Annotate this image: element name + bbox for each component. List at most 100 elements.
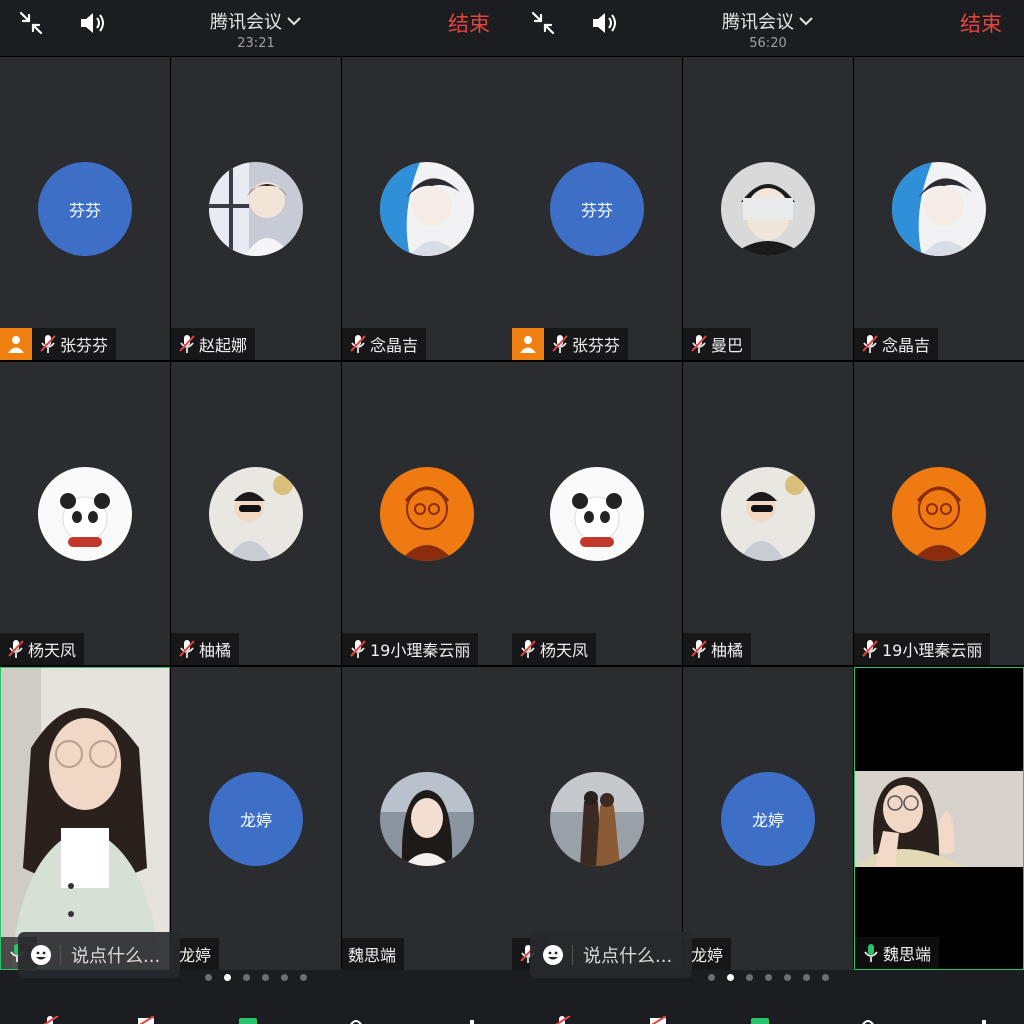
divider xyxy=(60,945,61,965)
participant-nametag: 柚橘 xyxy=(683,633,752,665)
participant-tile[interactable]: 魏思端 xyxy=(342,667,512,970)
page-indicator[interactable] xyxy=(0,974,512,984)
host-icon xyxy=(0,328,32,360)
participant-tile[interactable]: 19小理秦云丽 xyxy=(854,362,1024,665)
participant-name: 张芬芬 xyxy=(60,336,109,355)
bottom-toolbar xyxy=(0,1002,512,1024)
participant-name: 念晶吉 xyxy=(882,336,931,355)
participant-video-tile[interactable]: 魏思端 xyxy=(854,667,1024,970)
meeting-title: 腾讯会议 xyxy=(722,12,794,33)
participant-name: 念晶吉 xyxy=(370,336,419,355)
participant-nametag: 念晶吉 xyxy=(342,328,427,360)
participant-tile[interactable] xyxy=(512,667,682,970)
participant-name: 魏思端 xyxy=(883,945,932,964)
participant-tile[interactable]: 柚橘 xyxy=(683,362,853,665)
participants-icon[interactable] xyxy=(346,1016,366,1024)
participant-name: 杨天凤 xyxy=(28,641,77,660)
participant-tile[interactable]: 柚橘 xyxy=(171,362,341,665)
bottom-toolbar xyxy=(512,1002,1024,1024)
participant-name: 柚橘 xyxy=(199,641,232,660)
avatar: 芬芬 xyxy=(550,161,644,256)
page-indicator[interactable] xyxy=(512,974,1024,984)
page-dot xyxy=(764,974,772,981)
avatar xyxy=(380,771,474,866)
mic-muted-icon xyxy=(687,637,711,661)
emoji-icon[interactable] xyxy=(542,944,564,966)
share-icon[interactable] xyxy=(238,1016,258,1024)
top-bar: 腾讯会议 23:21 结束 xyxy=(0,0,512,57)
participant-name: 19小理秦云丽 xyxy=(370,641,471,660)
participant-name: 柚橘 xyxy=(711,641,744,660)
more-icon[interactable] xyxy=(974,1016,994,1024)
participant-nametag: 张芬芬 xyxy=(512,328,629,360)
participant-tile[interactable]: 念晶吉 xyxy=(854,57,1024,360)
participant-name: 龙婷 xyxy=(691,946,724,965)
participant-name: 19小理秦云丽 xyxy=(882,641,983,660)
participant-nametag: 魏思端 xyxy=(342,938,405,970)
participant-tile[interactable]: 曼巴 xyxy=(683,57,853,360)
participant-nametag: 魏思端 xyxy=(855,937,940,969)
meeting-timer: 23:21 xyxy=(237,36,275,51)
participant-nametag: 念晶吉 xyxy=(854,328,939,360)
video-feed xyxy=(1,668,169,969)
mic-muted-icon xyxy=(516,637,540,661)
participant-tile[interactable]: 龙婷 龙婷 xyxy=(683,667,853,970)
meeting-title-block[interactable]: 腾讯会议 23:21 xyxy=(0,8,512,51)
meeting-panel-right: 腾讯会议 56:20 结束 芬芬 张芬芬 曼巴 念晶吉 杨天凤 柚橘 19小理秦… xyxy=(512,0,1024,1024)
page-dot xyxy=(262,974,269,981)
mic-active-icon xyxy=(859,941,883,965)
avatar xyxy=(721,466,815,561)
chevron-down-icon xyxy=(799,17,813,26)
chat-input[interactable]: 说点什么... xyxy=(530,932,692,978)
participant-nametag: 杨天凤 xyxy=(0,633,85,665)
participant-nametag: 柚橘 xyxy=(171,633,240,665)
participant-tile[interactable]: 赵起娜 xyxy=(171,57,341,360)
page-dot xyxy=(783,974,791,981)
meeting-panel-left: 腾讯会议 23:21 结束 芬芬 张芬芬 赵起娜 念晶吉 杨天凤 柚橘 19小理… xyxy=(0,0,512,1024)
avatar xyxy=(892,466,986,561)
participant-tile[interactable]: 19小理秦云丽 xyxy=(342,362,512,665)
emoji-icon[interactable] xyxy=(30,944,52,966)
avatar: 龙婷 xyxy=(721,771,815,866)
meeting-title-block[interactable]: 腾讯会议 56:20 xyxy=(512,8,1024,51)
chevron-down-icon xyxy=(287,17,301,26)
avatar xyxy=(209,161,303,256)
participant-tile[interactable]: 芬芬 张芬芬 xyxy=(512,57,682,360)
mic-muted-icon xyxy=(548,332,572,356)
video-icon[interactable] xyxy=(648,1016,668,1024)
participants-icon[interactable] xyxy=(858,1016,878,1024)
meeting-timer: 56:20 xyxy=(749,36,787,51)
avatar xyxy=(892,161,986,256)
page-dot xyxy=(300,974,307,981)
participant-tile[interactable]: 龙婷 龙婷 xyxy=(171,667,341,970)
participant-nametag: 张芬芬 xyxy=(0,328,117,360)
video-icon[interactable] xyxy=(136,1016,156,1024)
end-meeting-button[interactable]: 结束 xyxy=(960,8,1002,38)
participant-tile[interactable]: 念晶吉 xyxy=(342,57,512,360)
participant-name: 张芬芬 xyxy=(572,336,621,355)
page-dot xyxy=(205,974,212,981)
page-dot xyxy=(281,974,288,981)
participant-video-tile[interactable] xyxy=(0,667,170,970)
participant-tile[interactable]: 芬芬 张芬芬 xyxy=(0,57,170,360)
page-dot xyxy=(745,974,753,981)
participant-grid: 芬芬 张芬芬 赵起娜 念晶吉 杨天凤 柚橘 19小理秦云丽 龙婷 龙婷 魏思端 xyxy=(0,57,512,970)
participant-nametag: 杨天凤 xyxy=(512,633,597,665)
top-bar: 腾讯会议 56:20 结束 xyxy=(512,0,1024,57)
participant-nametag: 19小理秦云丽 xyxy=(854,633,991,665)
more-icon[interactable] xyxy=(462,1016,482,1024)
video-feed xyxy=(855,771,1023,867)
share-icon[interactable] xyxy=(750,1016,770,1024)
participant-tile[interactable]: 杨天凤 xyxy=(512,362,682,665)
mic-muted-icon xyxy=(858,637,882,661)
chat-input[interactable]: 说点什么... xyxy=(18,932,180,978)
participant-tile[interactable]: 杨天凤 xyxy=(0,362,170,665)
mic-icon[interactable] xyxy=(552,1016,572,1024)
mic-muted-icon xyxy=(687,332,711,356)
mic-muted-icon xyxy=(858,332,882,356)
participant-name: 曼巴 xyxy=(711,336,744,355)
mic-muted-icon xyxy=(175,637,199,661)
page-dot xyxy=(802,974,810,981)
end-meeting-button[interactable]: 结束 xyxy=(448,8,490,38)
mic-icon[interactable] xyxy=(40,1016,60,1024)
